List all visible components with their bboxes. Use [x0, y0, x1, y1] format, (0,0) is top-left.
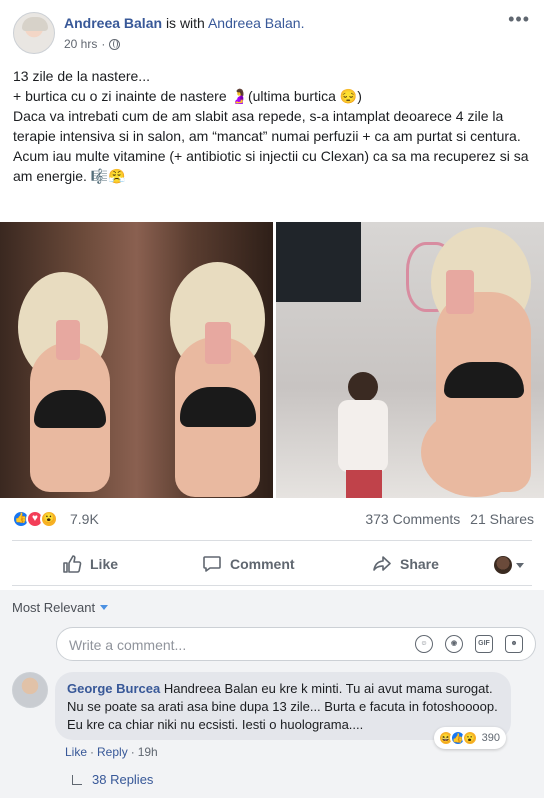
post-photo-mirror-selfie[interactable] — [0, 222, 273, 498]
comments-section: Most Relevant Write a comment... ☺ ◉ GIF… — [0, 590, 544, 798]
viewer-avatar — [494, 556, 512, 574]
photo-figure — [56, 320, 80, 360]
share-label: Share — [400, 556, 439, 572]
photo-figure — [276, 222, 361, 302]
divider — [12, 585, 532, 586]
photo-figure — [348, 372, 378, 402]
like-icon — [63, 555, 82, 573]
globe-icon[interactable] — [109, 38, 121, 50]
post-text-line: Acum iau multe vitamine (+ antibiotic si… — [13, 148, 529, 184]
comment-button[interactable]: Comment — [202, 554, 295, 574]
like-button[interactable]: Like — [62, 554, 118, 574]
post-meta: 20 hrs · — [64, 37, 121, 51]
separator: · — [90, 745, 95, 759]
reaction-count[interactable]: 7.9K — [70, 511, 99, 527]
commenter-name[interactable]: George Burcea — [67, 681, 160, 696]
reaction-icons[interactable]: 👍 ♥ 😮 — [12, 510, 58, 528]
photo-figure — [346, 470, 382, 498]
comment-reply-link[interactable]: Reply — [97, 745, 128, 759]
shares-count[interactable]: 21 Shares — [470, 511, 534, 527]
gif-icon[interactable]: GIF — [475, 635, 493, 653]
sticker-icon[interactable]: ☻ — [505, 635, 523, 653]
photo-figure — [205, 322, 231, 364]
sort-label: Most Relevant — [12, 600, 96, 615]
view-replies-link[interactable]: 38 Replies — [72, 772, 153, 787]
engagement-counts: 373 Comments 21 Shares — [359, 511, 534, 527]
author-line: Andreea Balan is with Andreea Balan. — [64, 15, 305, 31]
post-text-line: + burtica cu o zi inainte de nastere 🤰(u… — [13, 88, 362, 104]
post-stats: 👍 ♥ 😮 7.9K 373 Comments 21 Shares — [0, 506, 544, 532]
comment-sort-dropdown[interactable]: Most Relevant — [12, 600, 109, 615]
tagged-name[interactable]: Andreea Balan. — [208, 15, 305, 31]
chevron-down-icon — [100, 605, 109, 610]
camera-icon[interactable]: ◉ — [445, 635, 463, 653]
chevron-down-icon — [516, 562, 524, 568]
commenter-avatar[interactable] — [12, 672, 48, 708]
like-label: Like — [90, 556, 119, 572]
separator: · — [130, 745, 135, 759]
post-header: Andreea Balan is with Andreea Balan. 20 … — [0, 0, 544, 60]
wow-reaction-icon: 😮 — [461, 730, 478, 746]
comment-placeholder: Write a comment... — [69, 637, 187, 653]
write-comment-row: Write a comment... ☺ ◉ GIF ☻ — [12, 625, 536, 663]
comment-reactions[interactable]: 😆 👍 😮 390 — [433, 727, 506, 749]
post-photo-pregnancy[interactable] — [276, 222, 544, 498]
more-options-icon[interactable]: ••• — [508, 10, 530, 28]
meta-separator: · — [101, 37, 106, 51]
comment-input[interactable]: Write a comment... ☺ ◉ GIF ☻ — [56, 627, 536, 661]
comment-reaction-count: 390 — [481, 732, 500, 744]
photo-figure — [180, 387, 256, 427]
wow-reaction-icon: 😮 — [40, 510, 58, 528]
post-text-line: Daca va intrebati cum de am slabit asa r… — [13, 108, 521, 144]
divider — [12, 540, 532, 541]
author-name[interactable]: Andreea Balan — [64, 15, 162, 31]
comments-count[interactable]: 373 Comments — [365, 511, 460, 527]
emoji-icon[interactable]: ☺ — [415, 635, 433, 653]
post-actions: Like Comment Share — [0, 548, 544, 582]
reply-arrow-icon — [72, 774, 82, 785]
author-avatar[interactable] — [13, 12, 55, 54]
photo-figure — [421, 407, 531, 497]
comment-icon — [203, 556, 221, 572]
comment-label: Comment — [230, 556, 295, 572]
post-time[interactable]: 20 hrs — [64, 37, 97, 51]
share-icon — [373, 556, 391, 571]
photo-figure — [446, 270, 474, 314]
with-text: is with — [165, 15, 205, 31]
share-button[interactable]: Share — [372, 554, 439, 574]
comment-actions: Like · Reply · 19h — [65, 745, 158, 759]
comment-time[interactable]: 19h — [138, 745, 158, 759]
photo-figure — [338, 400, 388, 472]
post-text-line: 13 zile de la nastere... — [13, 68, 150, 84]
photo-figure — [444, 362, 524, 398]
replies-label: 38 Replies — [92, 772, 154, 787]
comment-like-link[interactable]: Like — [65, 745, 87, 759]
post-text: 13 zile de la nastere... + burtica cu o … — [13, 66, 533, 186]
comment-as-selector[interactable] — [494, 556, 524, 574]
comment-input-tools: ☺ ◉ GIF ☻ — [415, 635, 523, 653]
photo-grid — [0, 222, 544, 498]
